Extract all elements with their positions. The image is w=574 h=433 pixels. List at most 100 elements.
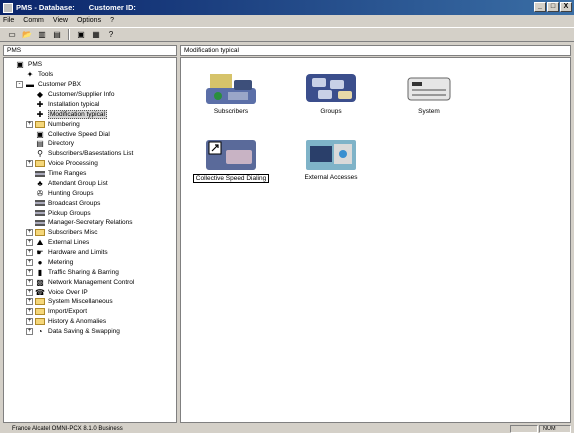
window-controls: _ □ X: [534, 2, 572, 12]
expand-icon[interactable]: +: [26, 120, 33, 128]
collapse-icon[interactable]: -: [16, 81, 23, 89]
expand-icon[interactable]: +: [26, 308, 33, 316]
tree-node[interactable]: + ☎ Voice Over IP: [4, 287, 176, 297]
hunting-icon: ✇: [36, 188, 44, 198]
left-pane-header: PMS: [3, 45, 177, 56]
tree-node[interactable]: - ▬ Customer PBX: [4, 80, 176, 90]
subscribers-item[interactable]: Subscribers: [187, 70, 275, 115]
expand-icon[interactable]: +: [26, 160, 33, 168]
tree-node-label: Traffic Sharing & Barring: [48, 268, 119, 276]
menu-view[interactable]: View: [53, 17, 68, 24]
tree-node[interactable]: + ☛ Hardware and Limits: [4, 248, 176, 258]
tree-node[interactable]: + ▩ Network Management Control: [4, 277, 176, 287]
collective-speed-dialing-item[interactable]: Collective Speed Dialing: [187, 136, 275, 183]
pbx-icon: ▬: [26, 80, 34, 90]
tree-node-label: Numbering: [48, 120, 80, 128]
tree-node-label: Subscribers/Basestations List: [48, 150, 134, 158]
expand-icon[interactable]: +: [26, 249, 33, 257]
tree-node[interactable]: Broadcast Groups: [4, 198, 176, 208]
tree-node[interactable]: ♣ Attendant Group List: [4, 179, 176, 189]
info-icon: ◆: [36, 90, 44, 100]
book-icon[interactable]: ▦: [90, 29, 102, 40]
tree-node[interactable]: + Import/Export: [4, 307, 176, 317]
tree-node[interactable]: + ● Metering: [4, 258, 176, 268]
tree-node[interactable]: ✚ Installation typical: [4, 100, 176, 110]
minimize-button[interactable]: _: [534, 2, 546, 12]
tree-node[interactable]: Manager-Secretary Relations: [4, 218, 176, 228]
status-bar: France Alcatel OMNI-PCX 8.1.0 Business N…: [0, 425, 574, 433]
tree-node[interactable]: Time Ranges: [4, 169, 176, 179]
expand-icon[interactable]: +: [26, 328, 33, 336]
metering-icon: ●: [37, 257, 43, 267]
tree-node-label: System Miscellaneous: [48, 298, 113, 306]
external-accesses-item[interactable]: External Accesses: [287, 136, 375, 181]
save-icon[interactable]: ▥: [36, 29, 48, 40]
close-button[interactable]: X: [560, 2, 572, 12]
tree-node-label: Collective Speed Dial: [48, 130, 110, 138]
tree-node-label: History & Anomalies: [48, 318, 107, 326]
tree-node[interactable]: ✇ Hunting Groups: [4, 188, 176, 198]
voip-icon: ☎: [35, 287, 45, 297]
app-title: PMS - Database:: [16, 3, 75, 12]
save-as-icon[interactable]: ▤: [51, 29, 63, 40]
tree-node[interactable]: + System Miscellaneous: [4, 297, 176, 307]
tree-node-label: Broadcast Groups: [48, 199, 101, 207]
num-indicator: NUM: [539, 425, 571, 433]
tree-node[interactable]: Pickup Groups: [4, 208, 176, 218]
external-accesses-icon: [306, 140, 356, 170]
traffic-icon: ▮: [37, 267, 43, 277]
tree-node-label: Modification typical: [48, 109, 107, 119]
menu-help[interactable]: ?: [110, 17, 114, 24]
open-icon[interactable]: 📂: [21, 29, 33, 40]
system-item[interactable]: System: [385, 70, 473, 115]
tree-node[interactable]: ◆ Customer/Supplier Info: [4, 90, 176, 100]
tree-node-label: Hunting Groups: [48, 189, 94, 197]
expand-icon[interactable]: +: [26, 258, 33, 266]
menu-file[interactable]: File: [3, 17, 14, 24]
status-text: France Alcatel OMNI-PCX 8.1.0 Business: [12, 426, 123, 432]
speed-dial-icon: ▣: [36, 129, 44, 139]
help-icon[interactable]: ?: [105, 29, 117, 40]
tree-node[interactable]: + History & Anomalies: [4, 317, 176, 327]
tree-node[interactable]: + Subscribers Misc: [4, 228, 176, 238]
tree-node[interactable]: ▤ Directory: [4, 139, 176, 149]
system-icon: [407, 77, 451, 101]
title-bar: PMS - Database: Customer ID: _ □ X: [0, 0, 574, 15]
folder-icon: [35, 318, 45, 326]
expand-icon[interactable]: +: [26, 239, 33, 247]
hardware-icon: ☛: [36, 248, 44, 258]
item-label: Collective Speed Dialing: [192, 174, 270, 183]
item-label: Groups: [320, 108, 342, 115]
tree-node[interactable]: ✚ Modification typical: [4, 109, 176, 119]
menu-comm[interactable]: Comm: [23, 17, 44, 24]
tree-node[interactable]: + Voice Processing: [4, 159, 176, 169]
print-icon[interactable]: ▣: [75, 29, 87, 40]
tree-node[interactable]: + ◔ Data Saving & Swapping: [4, 327, 176, 337]
expand-icon[interactable]: +: [26, 288, 33, 296]
tree-node[interactable]: ⚲ Subscribers/Basestations List: [4, 149, 176, 159]
status-panel-empty: [510, 425, 538, 433]
tree-node-label: Metering: [48, 258, 74, 266]
tree-node[interactable]: + Numbering: [4, 119, 176, 129]
expand-icon[interactable]: +: [26, 229, 33, 237]
toolbar: ▭ 📂 ▥ ▤ ▣ ▦ ?: [0, 27, 574, 42]
tree-node[interactable]: + ⛰ External Lines: [4, 238, 176, 248]
tree-node[interactable]: ▣ Collective Speed Dial: [4, 129, 176, 139]
tree-node-label: Attendant Group List: [48, 179, 108, 187]
expand-icon[interactable]: +: [26, 318, 33, 326]
tree-node[interactable]: ▣ PMS: [4, 60, 176, 70]
tree-node[interactable]: ✦ Tools: [4, 70, 176, 80]
maximize-button[interactable]: □: [547, 2, 559, 12]
external-lines-icon: ⛰: [36, 238, 44, 248]
tree-node[interactable]: + ▮ Traffic Sharing & Barring: [4, 267, 176, 277]
expand-icon[interactable]: +: [26, 278, 33, 286]
tree-node-label: Import/Export: [48, 308, 88, 316]
tree-node-label: Hardware and Limits: [48, 249, 108, 257]
new-icon[interactable]: ▭: [6, 29, 18, 40]
menu-options[interactable]: Options: [77, 17, 101, 24]
list-icon: [35, 170, 45, 177]
expand-icon[interactable]: +: [26, 298, 33, 306]
item-label: System: [418, 108, 440, 115]
expand-icon[interactable]: +: [26, 268, 33, 276]
groups-item[interactable]: Groups: [287, 70, 375, 115]
